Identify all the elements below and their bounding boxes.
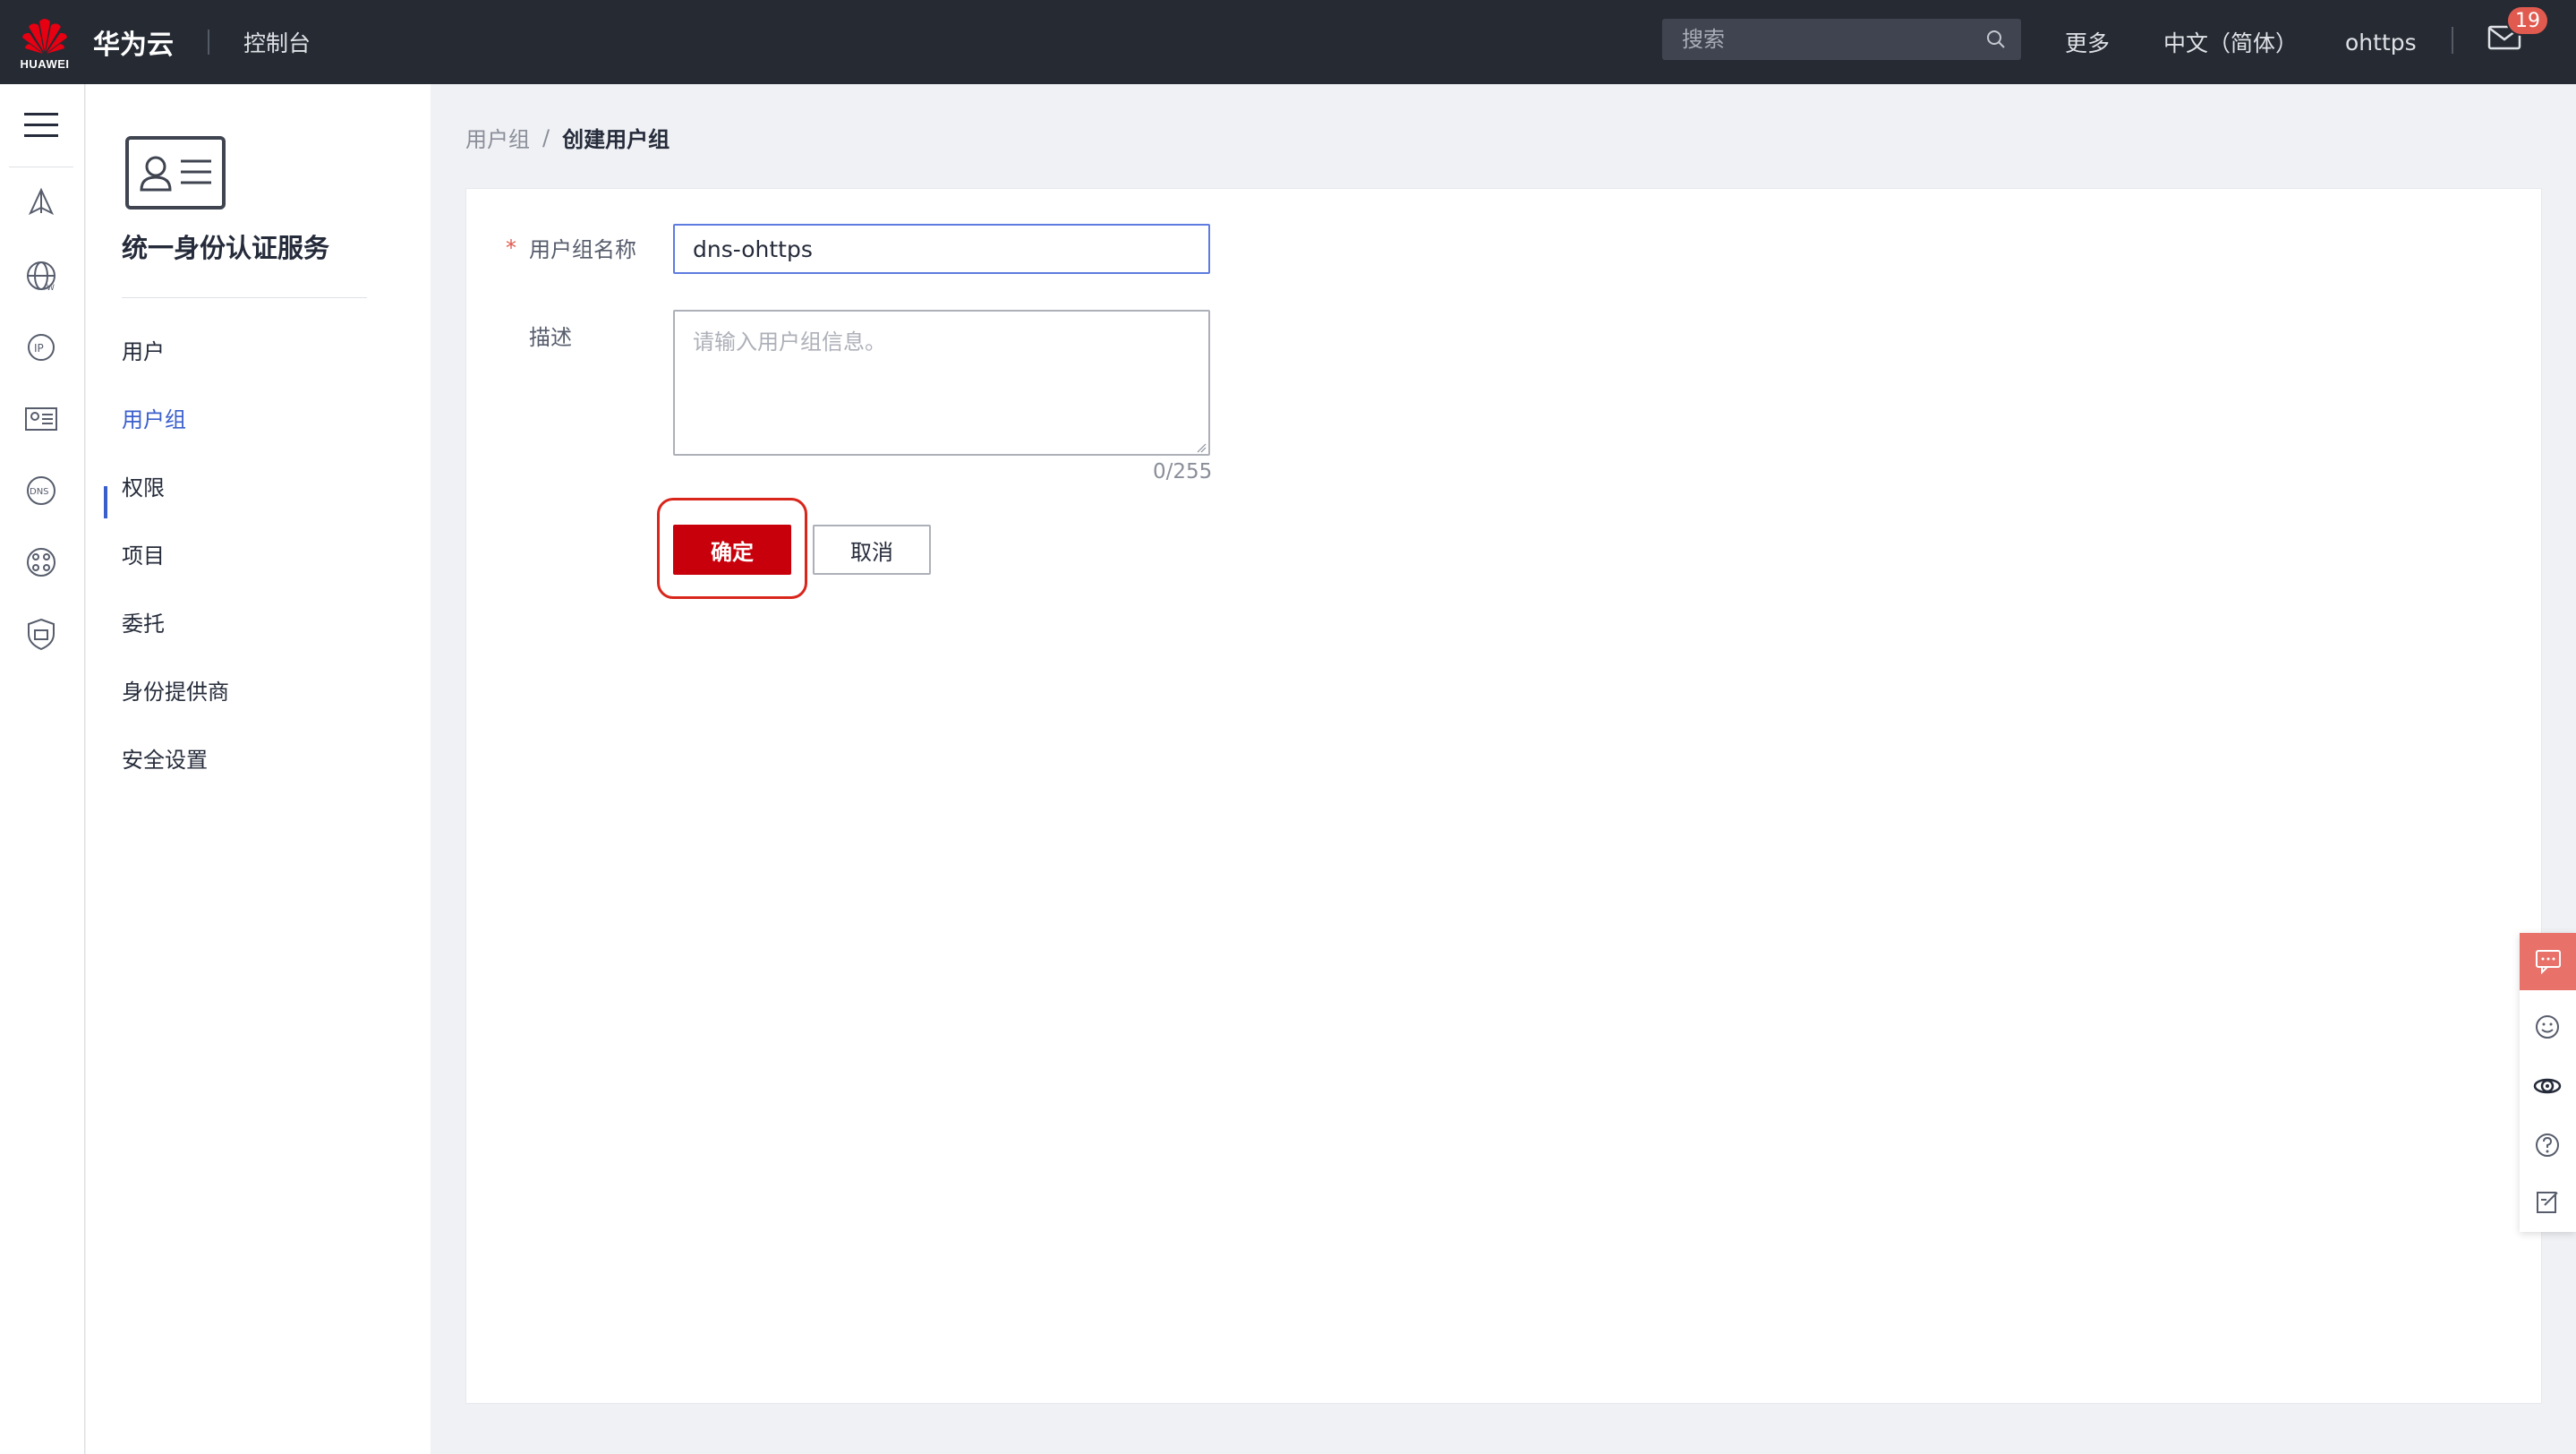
svg-text:W: W — [47, 284, 55, 293]
help-icon[interactable] — [2532, 1130, 2563, 1160]
top-navbar: HUAWEI 华为云 控制台 更多 中文（简体） ohttps 19 — [0, 0, 2576, 84]
language-switch[interactable]: 中文（简体） — [2163, 0, 2298, 84]
shield-icon[interactable] — [23, 616, 59, 652]
more-menu[interactable]: 更多 — [2065, 0, 2110, 84]
chat-icon — [2535, 950, 2561, 974]
user-menu[interactable]: ohttps — [2345, 0, 2417, 84]
id-card-icon — [125, 136, 226, 210]
svg-text:DNS: DNS — [30, 487, 49, 497]
ok-button[interactable]: 确定 — [673, 525, 791, 575]
console-link[interactable]: 控制台 — [243, 26, 311, 58]
breadcrumb: 用户组 / 创建用户组 — [465, 122, 670, 153]
required-mark: * — [506, 235, 516, 261]
search-input[interactable] — [1682, 27, 1968, 52]
cancel-button[interactable]: 取消 — [813, 525, 931, 575]
deploy-icon[interactable] — [23, 186, 59, 222]
service-sidebar: 统一身份认证服务 用户 用户组 权限 项目 委托 身份提供商 安全设置 — [86, 84, 431, 1454]
headset-icon[interactable] — [2532, 1071, 2563, 1101]
mail-count-badge: 19 — [2506, 5, 2549, 36]
description-textarea[interactable] — [673, 310, 1210, 456]
huawei-logo[interactable]: HUAWEI — [0, 0, 90, 84]
sidebar-item-security-settings[interactable]: 安全设置 — [122, 742, 208, 774]
user-divider — [2452, 27, 2453, 54]
service-rail: W IP DNS — [0, 84, 85, 1454]
search-box[interactable] — [1662, 19, 2021, 60]
sidebar-item-identity-providers[interactable]: 身份提供商 — [122, 674, 229, 706]
floating-help-toolbar — [2520, 933, 2576, 1232]
huawei-wordmark: HUAWEI — [20, 56, 70, 71]
sidebar-item-user-groups[interactable]: 用户组 — [122, 402, 186, 433]
edit-icon[interactable] — [2532, 1187, 2563, 1218]
resize-handle-icon[interactable] — [1196, 442, 1207, 453]
network-icon[interactable] — [23, 544, 59, 580]
service-title: 统一身份认证服务 — [122, 233, 330, 263]
title-divider — [208, 30, 209, 55]
breadcrumb-separator: / — [542, 124, 550, 150]
group-name-label: 用户组名称 — [529, 237, 636, 262]
description-label: 描述 — [529, 325, 572, 350]
huawei-flower-icon — [22, 18, 67, 54]
id-card-icon[interactable] — [23, 401, 59, 437]
sidebar-item-permissions[interactable]: 权限 — [122, 470, 165, 501]
dns-icon[interactable]: DNS — [23, 473, 59, 509]
menu-icon[interactable] — [24, 111, 58, 140]
chat-button[interactable] — [2520, 933, 2576, 990]
group-name-input[interactable] — [673, 224, 1210, 274]
globe-w-icon[interactable]: W — [23, 258, 59, 294]
character-counter: 0/255 — [1153, 460, 1213, 483]
sidebar-divider — [122, 297, 367, 298]
ip-icon[interactable]: IP — [23, 329, 59, 365]
breadcrumb-current: 创建用户组 — [562, 127, 670, 152]
search-icon[interactable] — [1985, 29, 2007, 50]
smile-icon[interactable] — [2532, 1012, 2563, 1042]
sidebar-item-agencies[interactable]: 委托 — [122, 606, 165, 637]
sidebar-item-users[interactable]: 用户 — [122, 334, 165, 365]
svg-text:IP: IP — [34, 342, 44, 355]
breadcrumb-user-groups[interactable]: 用户组 — [465, 122, 530, 153]
cloud-title[interactable]: 华为云 — [93, 22, 174, 62]
sidebar-item-projects[interactable]: 项目 — [122, 538, 165, 569]
active-indicator — [104, 486, 107, 518]
